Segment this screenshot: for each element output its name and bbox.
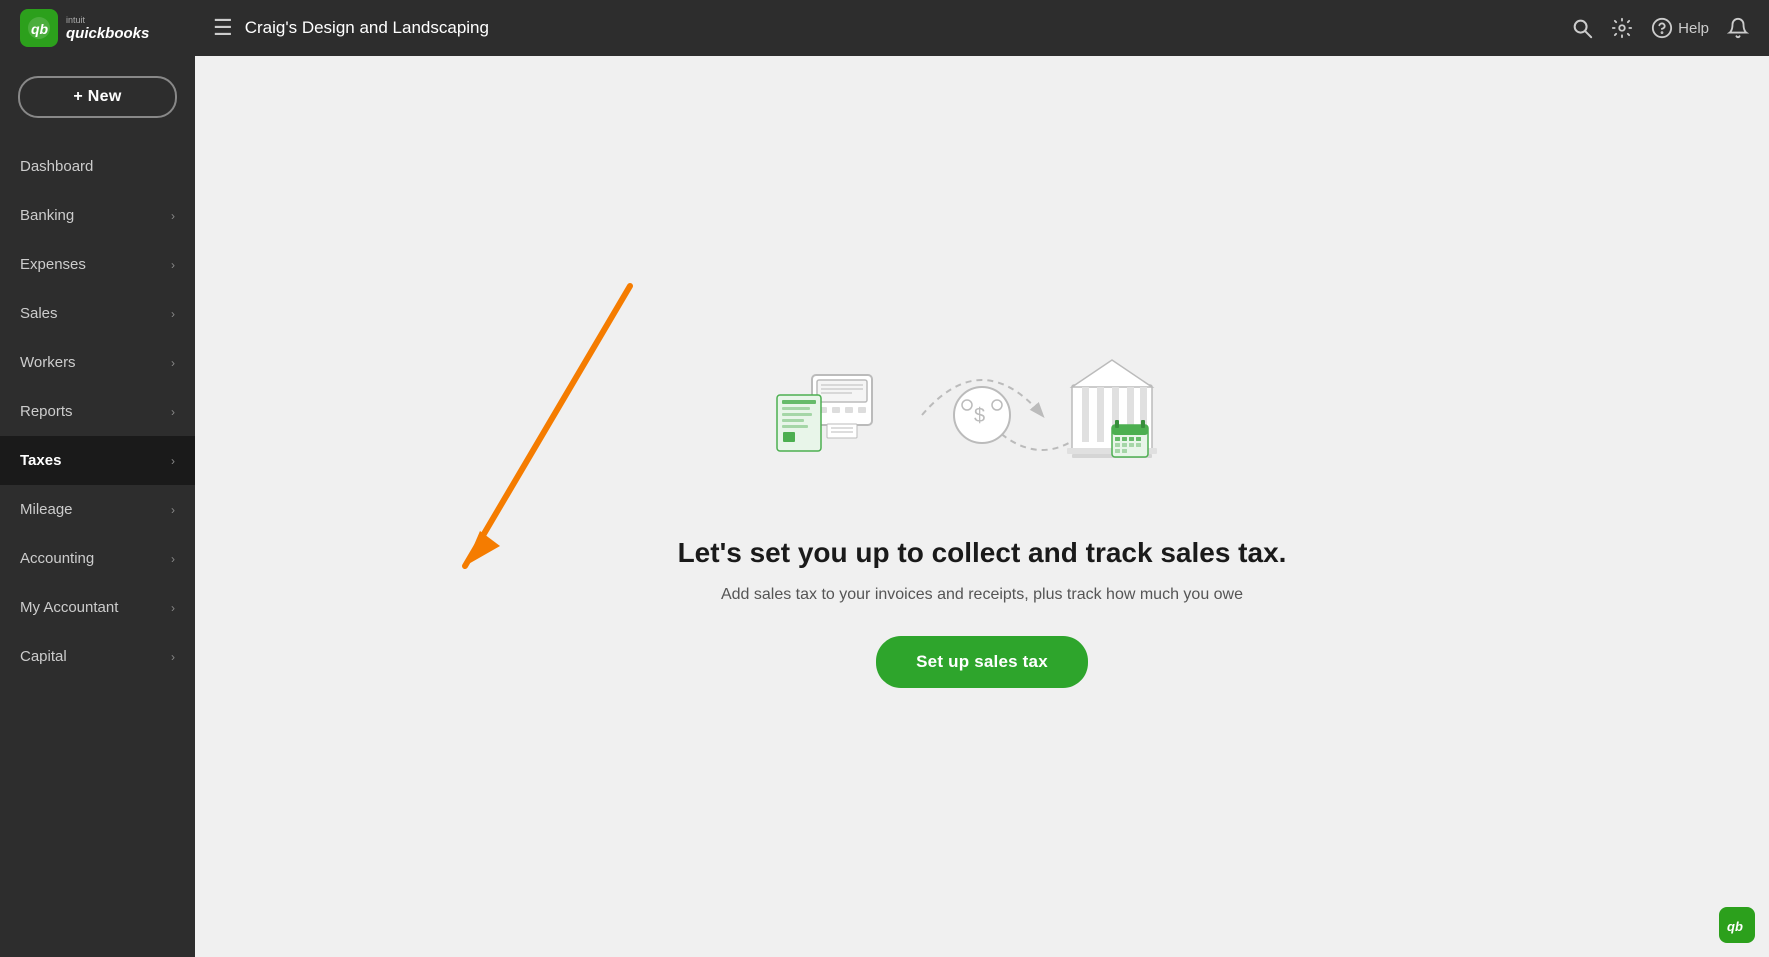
sidebar-item-sales[interactable]: Sales › <box>0 289 195 338</box>
svg-text:qb: qb <box>1727 919 1743 934</box>
bottom-qb-logo: qb <box>1719 907 1755 943</box>
chevron-right-icon: › <box>171 601 175 615</box>
main-layout: + New Dashboard Banking › Expenses › Sal… <box>0 56 1769 957</box>
logo-area: qb intuit quickbooks <box>20 9 205 47</box>
page-subtitle: Add sales tax to your invoices and recei… <box>721 586 1243 604</box>
help-button[interactable]: Help <box>1651 17 1709 39</box>
header-middle: ☰ Craig's Design and Landscaping <box>205 15 1571 41</box>
chevron-right-icon: › <box>171 356 175 370</box>
sidebar-item-banking[interactable]: Banking › <box>0 191 195 240</box>
chevron-right-icon: › <box>171 552 175 566</box>
arrow-annotation <box>445 276 655 601</box>
new-btn-container: + New <box>0 76 195 142</box>
sidebar-item-workers[interactable]: Workers › <box>0 338 195 387</box>
search-icon <box>1571 17 1593 39</box>
search-button[interactable] <box>1571 17 1593 39</box>
svg-text:qb: qb <box>31 21 49 37</box>
company-name: Craig's Design and Landscaping <box>245 18 489 38</box>
intuit-label: intuit <box>66 15 149 25</box>
chevron-right-icon: › <box>171 258 175 272</box>
sidebar-item-taxes[interactable]: Taxes › <box>0 436 195 485</box>
page-title: Let's set you up to collect and track sa… <box>678 535 1287 571</box>
notifications-button[interactable] <box>1727 17 1749 39</box>
chevron-right-icon: › <box>171 650 175 664</box>
quickbooks-label: quickbooks <box>66 25 149 42</box>
svg-text:$: $ <box>974 405 985 427</box>
top-header: qb intuit quickbooks ☰ Craig's Design an… <box>0 0 1769 56</box>
sidebar-item-my-accountant[interactable]: My Accountant › <box>0 583 195 632</box>
sidebar-item-dashboard[interactable]: Dashboard <box>0 142 195 191</box>
sidebar-item-expenses[interactable]: Expenses › <box>0 240 195 289</box>
sales-tax-illustration: $ <box>722 325 1242 505</box>
chevron-right-icon: › <box>171 209 175 223</box>
settings-button[interactable] <box>1611 17 1633 39</box>
hamburger-icon: ☰ <box>213 15 233 41</box>
logo-wordmark: intuit quickbooks <box>66 15 149 42</box>
setup-sales-tax-button[interactable]: Set up sales tax <box>876 636 1088 688</box>
bell-icon <box>1727 17 1749 39</box>
help-label: Help <box>1678 20 1709 37</box>
main-content: $ <box>195 56 1769 957</box>
chevron-right-icon: › <box>171 454 175 468</box>
hamburger-button[interactable]: ☰ <box>213 15 233 41</box>
chevron-right-icon: › <box>171 307 175 321</box>
header-actions: Help <box>1571 17 1749 39</box>
sidebar: + New Dashboard Banking › Expenses › Sal… <box>0 56 195 957</box>
help-circle-icon <box>1651 17 1673 39</box>
sidebar-item-reports[interactable]: Reports › <box>0 387 195 436</box>
chevron-right-icon: › <box>171 405 175 419</box>
content-card: $ <box>638 285 1327 727</box>
chevron-right-icon: › <box>171 503 175 517</box>
sidebar-item-capital[interactable]: Capital › <box>0 632 195 681</box>
gear-icon <box>1611 17 1633 39</box>
quickbooks-logo: qb <box>20 9 58 47</box>
new-button[interactable]: + New <box>18 76 177 118</box>
sidebar-item-mileage[interactable]: Mileage › <box>0 485 195 534</box>
sidebar-item-accounting[interactable]: Accounting › <box>0 534 195 583</box>
